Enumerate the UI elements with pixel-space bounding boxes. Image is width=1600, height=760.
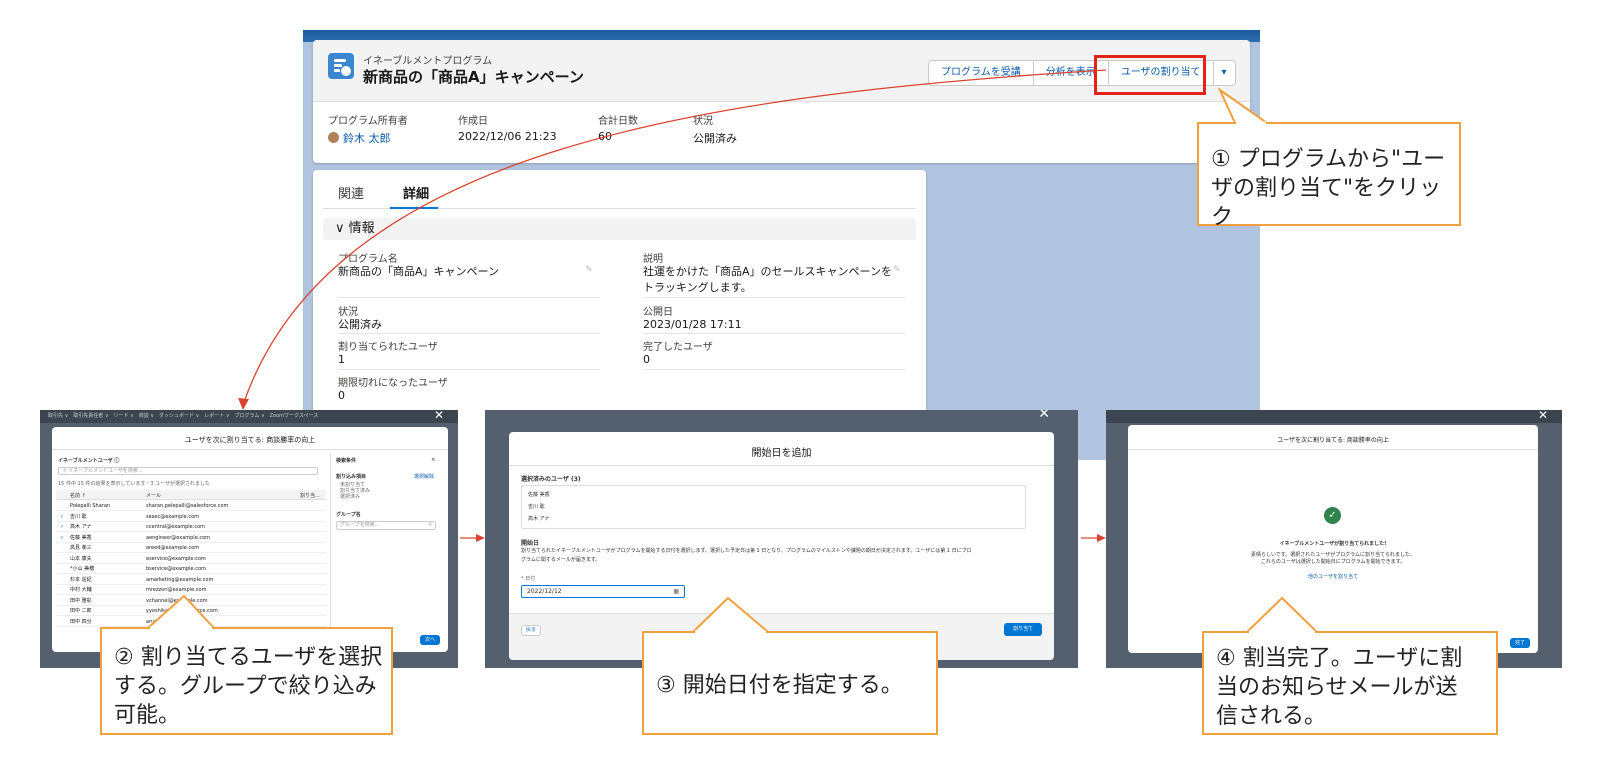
callout-pointer <box>1244 596 1320 634</box>
